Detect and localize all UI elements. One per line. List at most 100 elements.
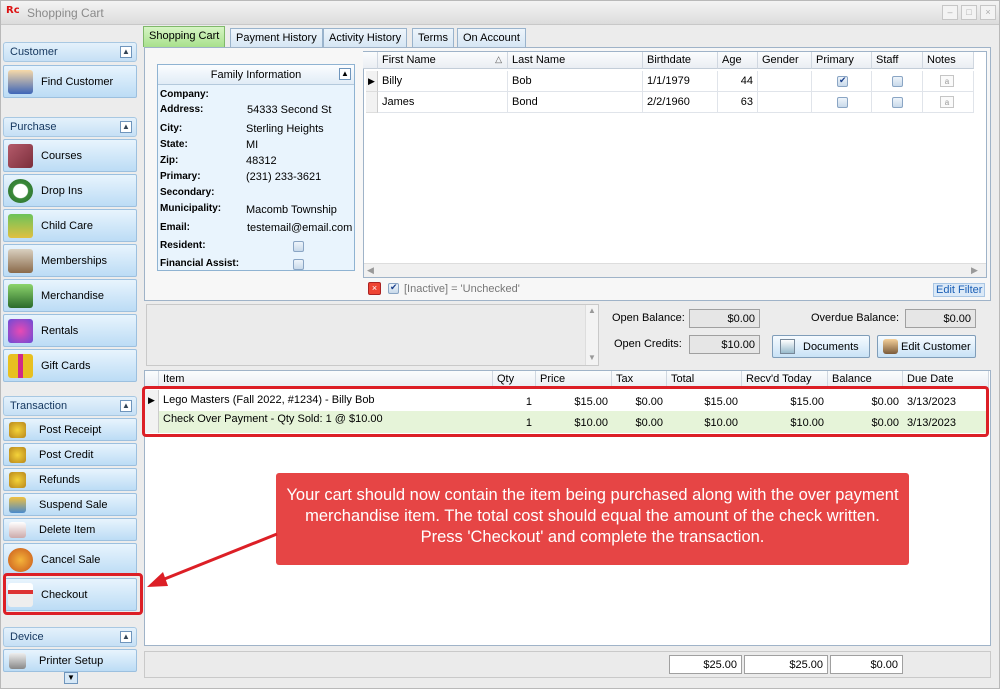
cancel-sale-button[interactable]: Cancel Sale (3, 543, 137, 576)
suspend-sale-button[interactable]: Suspend Sale (3, 493, 137, 516)
column-primary[interactable]: Primary (812, 52, 872, 69)
button-label: Edit Customer (901, 341, 971, 353)
app-logo: Rc (6, 5, 20, 16)
edit-customer-icon (883, 339, 898, 354)
delete-item-button[interactable]: Delete Item (3, 518, 137, 541)
notes-icon[interactable]: a (940, 96, 954, 108)
scroll-left-icon[interactable]: ◀ (367, 265, 374, 276)
drop-ins-button[interactable]: Drop Ins (3, 174, 137, 207)
member-birthdate[interactable]: 1/1/1979 (643, 71, 718, 92)
coins-icon (9, 447, 26, 463)
primary-checkbox[interactable] (837, 75, 848, 87)
collapse-icon[interactable]: ▲ (120, 400, 132, 412)
clear-filter-icon[interactable]: × (368, 282, 381, 295)
family-information-header: Family Information ▲ (158, 65, 354, 85)
customer-section-header[interactable]: Customer ▲ (3, 42, 137, 62)
notes-scrollbar[interactable]: ▲ ▼ (585, 305, 598, 365)
member-staff-cell (872, 71, 923, 92)
find-customer-button[interactable]: Find Customer (3, 65, 137, 98)
device-section-header[interactable]: Device ▲ (3, 627, 137, 647)
row-selector-icon[interactable]: ▶ (366, 71, 378, 92)
collapse-icon[interactable]: ▲ (120, 46, 132, 58)
column-age[interactable]: Age (718, 52, 758, 69)
staff-checkbox[interactable] (892, 76, 903, 87)
column-staff[interactable]: Staff (872, 52, 923, 69)
notes-area[interactable] (146, 304, 599, 366)
member-age[interactable]: 44 (718, 71, 758, 92)
filter-enabled-checkbox[interactable] (388, 282, 399, 294)
column-gender[interactable]: Gender (758, 52, 812, 69)
printer-setup-button[interactable]: Printer Setup (3, 649, 137, 672)
tab-on-account[interactable]: On Account (457, 28, 526, 47)
zip-label: Zip: (160, 155, 179, 166)
member-notes-cell: a (923, 92, 974, 113)
scroll-right-icon[interactable]: ▶ (971, 265, 978, 276)
municipality-value: Macomb Township (246, 204, 337, 216)
edit-customer-button[interactable]: Edit Customer (877, 335, 976, 358)
close-button[interactable]: × (980, 5, 996, 20)
button-label: Printer Setup (39, 655, 104, 667)
tab-terms[interactable]: Terms (412, 28, 454, 47)
financial-assist-checkbox[interactable] (293, 259, 304, 270)
rentals-icon (8, 319, 33, 343)
post-credit-button[interactable]: Post Credit (3, 443, 137, 466)
merchandise-button[interactable]: Merchandise (3, 279, 137, 312)
collapse-icon[interactable]: ▲ (120, 121, 132, 133)
column-last-name[interactable]: Last Name (508, 52, 643, 69)
member-gender[interactable] (758, 92, 812, 113)
staff-checkbox[interactable] (892, 97, 903, 108)
column-label: First Name (382, 54, 436, 66)
courses-button[interactable]: Courses (3, 139, 137, 172)
merchandise-icon (8, 284, 33, 308)
column-first-name[interactable]: First Name △ (378, 52, 508, 69)
child-care-button[interactable]: Child Care (3, 209, 137, 242)
row-selector[interactable] (366, 92, 378, 113)
clock-icon (8, 179, 33, 203)
gift-cards-button[interactable]: Gift Cards (3, 349, 137, 382)
primary-checkbox[interactable] (837, 97, 848, 108)
minimize-button[interactable]: – (942, 5, 958, 20)
member-staff-cell (872, 92, 923, 113)
company-label: Company: (160, 89, 209, 100)
rentals-button[interactable]: Rentals (3, 314, 137, 347)
scroll-up-icon[interactable]: ▲ (588, 306, 596, 315)
maximize-button[interactable]: □ (961, 5, 977, 20)
button-label: Gift Cards (41, 360, 91, 372)
scroll-down-icon[interactable]: ▼ (588, 353, 596, 362)
primary-phone-label: Primary: (160, 171, 201, 182)
member-first-name[interactable]: Billy (378, 71, 508, 92)
tab-activity-history[interactable]: Activity History (323, 28, 408, 47)
collapse-icon[interactable]: ▲ (339, 68, 351, 80)
button-label: Cancel Sale (41, 554, 101, 566)
scroll-down-icon[interactable]: ▼ (64, 672, 78, 684)
member-first-name[interactable]: James (378, 92, 508, 113)
coins-icon (9, 472, 26, 488)
member-last-name[interactable]: Bond (508, 92, 643, 113)
column-birthdate[interactable]: Birthdate (643, 52, 718, 69)
memberships-button[interactable]: Memberships (3, 244, 137, 277)
resident-label: Resident: (160, 240, 206, 251)
suspend-icon (9, 497, 26, 513)
tab-payment-history[interactable]: Payment History (230, 28, 323, 47)
collapse-icon[interactable]: ▲ (120, 631, 132, 643)
post-receipt-button[interactable]: Post Receipt (3, 418, 137, 441)
gift-icon (8, 354, 33, 378)
section-title: Purchase (10, 121, 57, 133)
cancel-icon (8, 548, 33, 572)
documents-button[interactable]: Documents (772, 335, 870, 358)
member-gender[interactable] (758, 71, 812, 92)
resident-checkbox[interactable] (293, 241, 304, 252)
edit-filter-link[interactable]: Edit Filter (933, 283, 986, 297)
notes-icon[interactable]: a (940, 75, 954, 87)
member-last-name[interactable]: Bob (508, 71, 643, 92)
column-notes[interactable]: Notes (923, 52, 974, 69)
horizontal-scrollbar[interactable]: ◀ ▶ (364, 263, 986, 277)
purchase-section-header[interactable]: Purchase ▲ (3, 117, 137, 137)
member-age[interactable]: 63 (718, 92, 758, 113)
button-label: Refunds (39, 474, 80, 486)
refunds-button[interactable]: Refunds (3, 468, 137, 491)
transaction-section-header[interactable]: Transaction ▲ (3, 396, 137, 416)
member-birthdate[interactable]: 2/2/1960 (643, 92, 718, 113)
printer-icon (9, 653, 26, 669)
tab-shopping-cart[interactable]: Shopping Cart (143, 26, 226, 47)
